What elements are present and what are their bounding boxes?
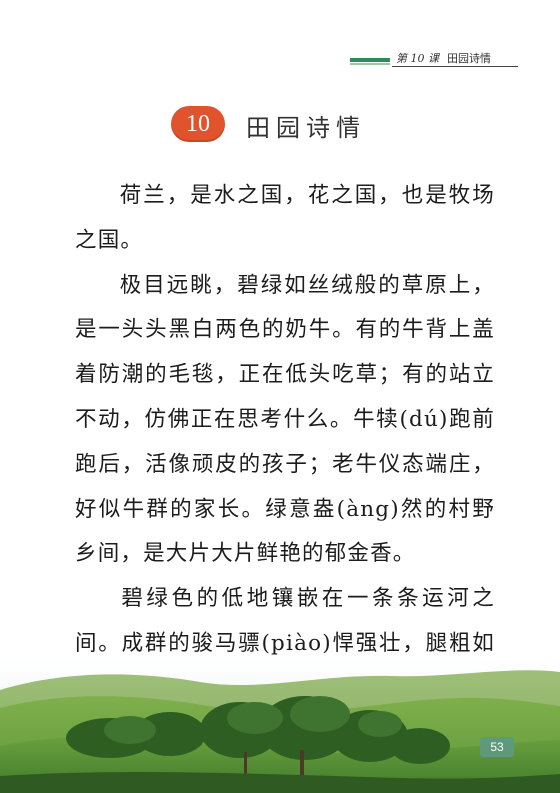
header-decoration (350, 58, 390, 67)
paragraph-text: 荷兰，是水之国，花之国，也是牧场之国。 (75, 183, 495, 253)
paragraph-text: 极目远眺，碧绿如丝绒般的草原上，是一头头黑白两色的奶牛。有的牛背上盖着防潮的毛毯… (75, 272, 495, 567)
paragraph: 荷兰，是水之国，花之国，也是牧场之国。 (75, 174, 495, 264)
header-lesson-title: 田园诗情 (447, 52, 491, 65)
header-bar (350, 58, 390, 62)
page-title: 田园诗情 (246, 114, 366, 142)
header-lesson: 第 10 课 (396, 52, 439, 65)
landscape-illustration (0, 660, 560, 793)
header-bar-light (350, 63, 390, 65)
lesson-number-badge: 10 (171, 106, 225, 142)
paragraph: 极目远眺，碧绿如丝绒般的草原上，是一头头黑白两色的奶牛。有的牛背上盖着防潮的毛毯… (75, 264, 495, 578)
header-rule (392, 66, 518, 67)
page-number: 53 (480, 737, 514, 757)
running-header: 第 10 课田园诗情 (396, 50, 526, 66)
